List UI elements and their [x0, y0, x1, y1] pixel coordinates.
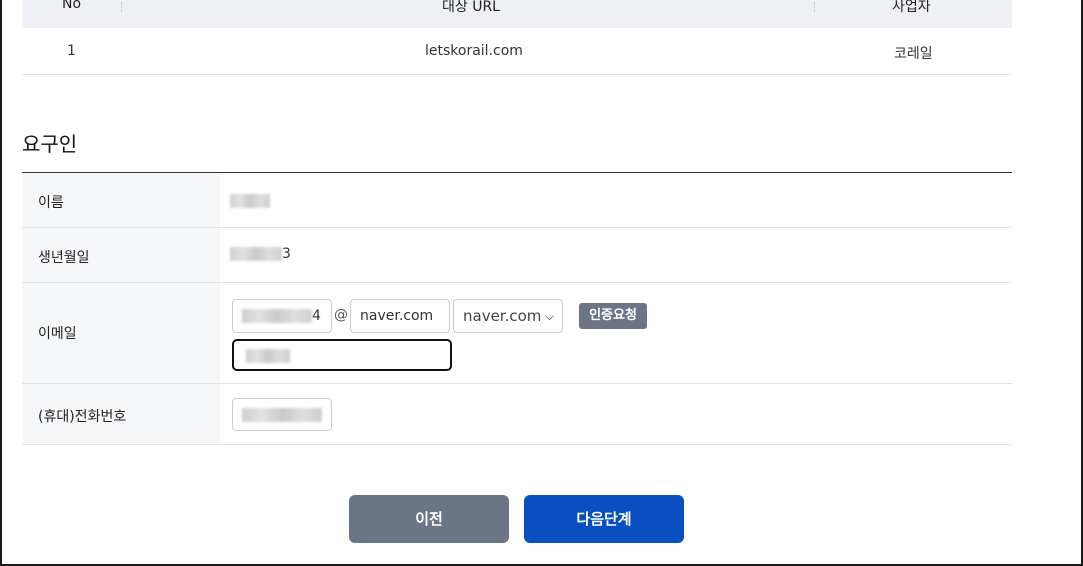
phone-label: (휴대)전화번호	[38, 409, 127, 425]
row-url: letskorail.com	[425, 43, 523, 59]
email-auth-code-input[interactable]	[232, 339, 452, 371]
masked-email-local	[242, 309, 312, 323]
next-step-button[interactable]: 다음단계	[524, 495, 684, 543]
masked-name	[230, 194, 270, 208]
birth-tail: 3	[282, 246, 291, 262]
at-symbol: @	[334, 307, 348, 323]
phone-input[interactable]	[232, 398, 332, 431]
birth-label-cell: 생년월일	[22, 228, 220, 282]
header-divider	[121, 2, 122, 12]
masked-phone	[242, 408, 322, 422]
email-domain-input[interactable]: naver.com	[350, 299, 450, 333]
auth-request-button[interactable]: 인증요청	[579, 303, 647, 329]
email-local-input[interactable]: 4	[232, 299, 332, 333]
section-title: 요구인	[22, 132, 78, 156]
birth-label: 생년월일	[38, 250, 90, 266]
chevron-down-icon: ⌵	[544, 309, 554, 323]
email-local-tail: 4	[312, 308, 321, 324]
name-label: 이름	[38, 195, 64, 211]
name-value	[230, 193, 270, 209]
phone-label-cell: (휴대)전화번호	[22, 384, 220, 444]
email-label-cell: 이메일	[22, 283, 220, 383]
phone-row: (휴대)전화번호	[22, 384, 1012, 445]
name-label-cell: 이름	[22, 173, 220, 227]
header-url: 대상 URL	[442, 0, 500, 15]
birth-value: 3	[230, 246, 291, 262]
birth-row: 생년월일 3	[22, 228, 1012, 283]
header-no: No	[62, 0, 82, 12]
table-row: 1 letskorail.com 코레일	[22, 28, 1012, 75]
email-row: 이메일 4 @ naver.com naver.com ⌵ 인증요청	[22, 283, 1012, 384]
requester-form: 이름 생년월일 3 이메일 4 @ naver.com naver.com ⌵ …	[22, 172, 1012, 445]
name-row: 이름	[22, 173, 1012, 228]
row-business: 코레일	[894, 46, 933, 62]
email-label: 이메일	[38, 326, 77, 342]
target-table-header: No 대상 URL 사업자	[22, 0, 1012, 28]
email-domain-select[interactable]: naver.com ⌵	[453, 299, 563, 333]
masked-birth	[230, 247, 282, 261]
prev-button[interactable]: 이전	[349, 495, 509, 543]
email-domain-select-value: naver.com	[463, 307, 542, 325]
header-business: 사업자	[892, 0, 931, 15]
masked-auth-code	[246, 349, 290, 363]
header-divider	[814, 2, 815, 12]
row-no: 1	[67, 43, 76, 59]
